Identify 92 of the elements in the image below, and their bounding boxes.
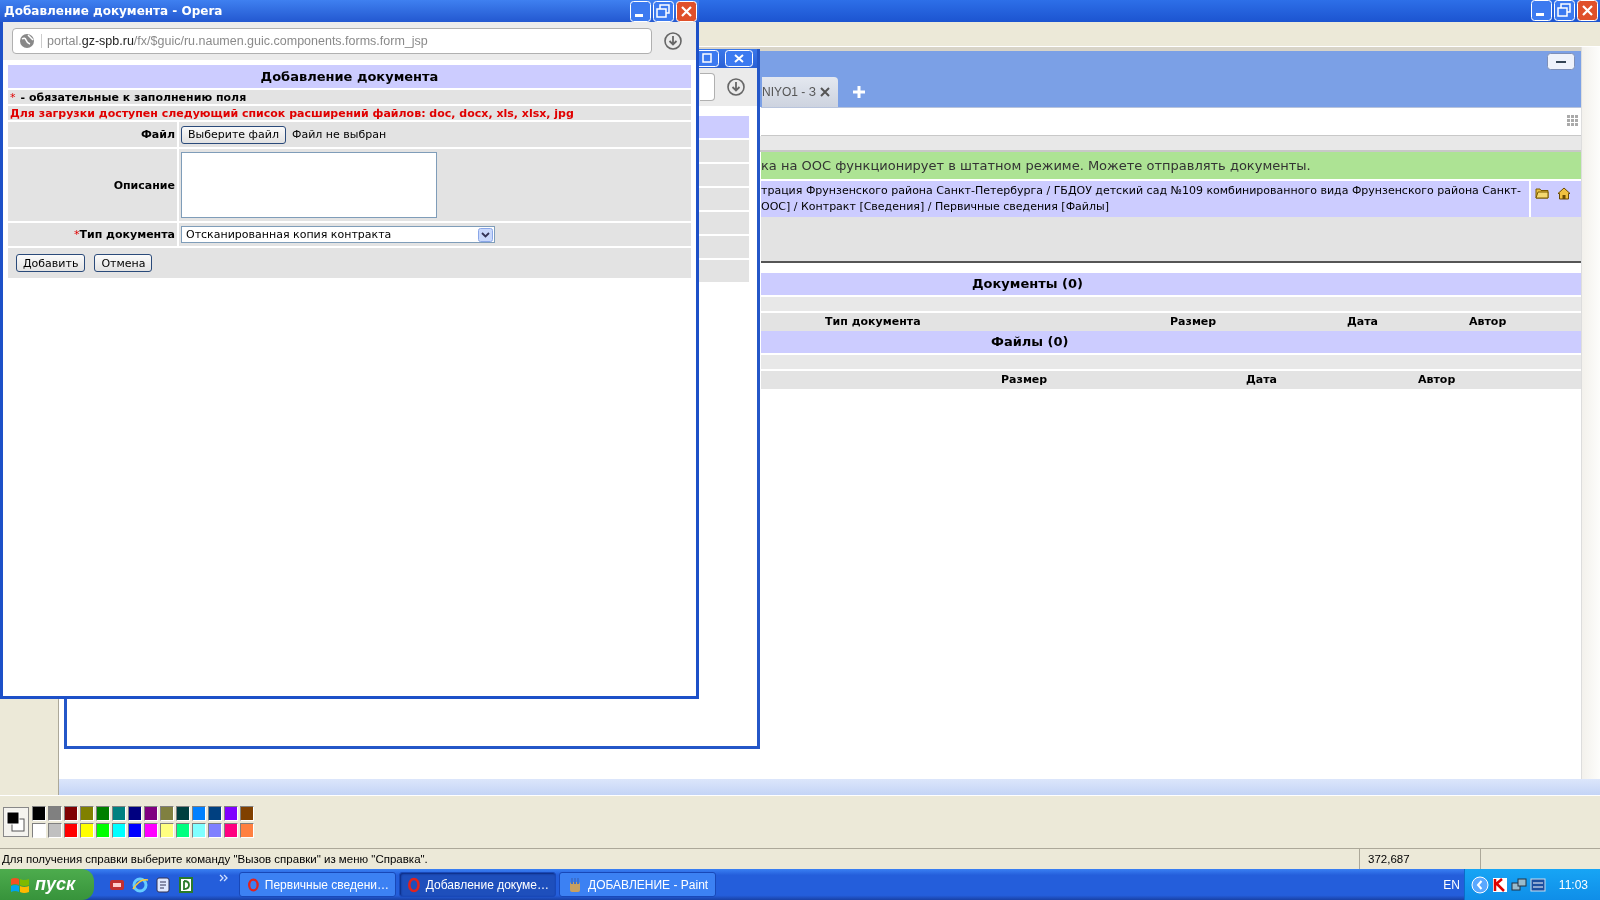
color-swatch[interactable] [160,806,174,822]
column-header: Автор [1418,373,1457,387]
plus-icon[interactable] [851,84,866,99]
cursor-coordinates: 372,687 [1359,849,1480,869]
horizontal-scrollbar[interactable] [59,779,1600,796]
form-title: Добавление документа [260,69,439,84]
vertical-scrollbar[interactable] [1581,46,1600,780]
column-header: Автор [1469,315,1508,329]
clock: 11:03 [1558,877,1588,892]
taskbar-button[interactable]: Добавление докуме… [399,872,556,897]
restore-icon[interactable] [1554,0,1575,22]
address-field[interactable]: portal.gz-spb.ru/fx/$guic/ru.naumen.guic.components.forms.form_jsp [12,28,652,54]
grid-icon[interactable] [1567,115,1579,128]
document-icon[interactable] [177,875,195,894]
column-header: Дата [1347,315,1380,329]
color-swatch[interactable] [240,806,254,822]
color-swatch[interactable] [224,823,238,839]
field-label: Файл [140,128,175,141]
download-icon[interactable] [664,32,682,50]
field-label: Тип документа [79,228,175,241]
ring-icon [248,876,259,893]
status-message: ка на ООС функционирует в штатном режиме. Можете отправлять документы. [761,157,1311,173]
color-swatch[interactable] [96,823,110,839]
breadcrumb-text: ООС] / Контракт [Сведения] / Первичные сведения [Файлы] [761,200,1111,214]
color-swatch[interactable] [224,806,238,822]
color-swatch[interactable] [160,823,174,839]
globe-icon [19,33,35,49]
status-text: Для получения справки выберите команду "Вызов справки" из меню "Справка". [1,853,429,865]
window-title: Добавление документа - Opera [4,4,224,18]
color-swatch[interactable] [48,806,62,822]
address-bar[interactable] [761,106,1581,136]
column-header: Тип документа [825,315,922,329]
app-icon[interactable] [1529,876,1546,893]
form-button[interactable]: Добавить [16,254,86,272]
language-indicator[interactable]: EN [1443,877,1460,892]
color-swatch[interactable] [240,823,254,839]
chevron-icon[interactable] [219,874,229,882]
home-icon[interactable] [1557,186,1571,200]
color-swatch[interactable] [128,806,142,822]
file-status: Файл не выбран [291,128,387,141]
color-swatch[interactable] [96,806,110,822]
column-header: Размер [1001,373,1049,387]
taskbar-button[interactable]: ДОБАВЛЕНИЕ - Paint [559,872,716,897]
color-swatch[interactable] [128,823,142,839]
document-type-dropdown[interactable]: Отсканированная копия контракта [181,226,495,243]
network-icon[interactable] [1510,876,1527,893]
required-mark: * [73,228,80,241]
choose-file-button[interactable]: Выберите файл [181,125,286,144]
color-swatch[interactable] [112,806,126,822]
document-icon[interactable] [154,875,172,894]
field-label: Описание [113,178,175,192]
ring-icon [408,876,420,893]
windows-flag-icon [10,875,30,894]
color-swatch[interactable] [32,823,46,839]
required-note: - обязательные к заполнению поля [20,90,247,104]
form-button[interactable]: Отмена [94,254,153,272]
taskbar-button[interactable]: Первичные сведени… [239,872,396,897]
color-swatch[interactable] [64,806,78,822]
folder-icon[interactable] [1535,186,1549,199]
color-swatch[interactable] [176,806,190,822]
column-header: Размер [1170,315,1218,329]
color-swatch[interactable] [112,823,126,839]
color-swatch[interactable] [192,806,206,822]
color-swatch[interactable] [144,823,158,839]
browser-icon[interactable] [131,875,149,894]
section-title: Документы (0) [972,276,1083,292]
url-text: portal.gz-spb.ru/fx/$guic/ru.naumen.guic.components.forms.form_jsp [41,34,428,48]
color-swatch[interactable] [32,806,46,822]
shield-icon[interactable] [1491,876,1508,893]
color-swatch[interactable] [192,823,206,839]
color-swatch[interactable] [48,823,62,839]
address-field[interactable] [700,73,715,101]
current-colors-icon[interactable] [3,807,29,838]
paint-icon [568,876,582,893]
required-mark: * [10,90,16,104]
column-header: Дата [1246,373,1279,387]
restore-icon[interactable] [653,0,674,22]
color-swatch[interactable] [208,823,222,839]
close-icon[interactable] [819,86,830,97]
color-swatch[interactable] [64,823,78,839]
color-swatch[interactable] [176,823,190,839]
section-title: Файлы (0) [991,334,1069,350]
color-swatch[interactable] [80,806,94,822]
browser-tab[interactable]: NIYO1 - З [762,76,838,107]
breadcrumb-text: трация Фрунзенского района Санкт-Петербурга / ГБДОУ детский сад №109 комбинированного вида Фрунзенского района Санкт- [761,184,1522,198]
color-swatch[interactable] [80,823,94,839]
download-icon[interactable] [727,78,745,96]
color-swatch[interactable] [144,806,158,822]
description-field[interactable] [181,152,437,218]
minimize-icon[interactable] [1547,53,1575,71]
allowed-types-note: Для загрузки доступен следующий список расширений файлов: doc, docx, xls, xlsx, jpg [10,106,574,120]
color-swatch[interactable] [208,806,222,822]
